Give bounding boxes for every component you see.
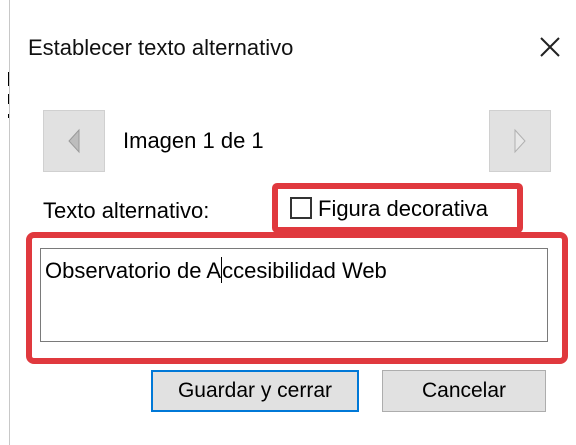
dialog-title: Establecer texto alternativo [28,35,294,60]
next-image-button[interactable] [489,110,551,172]
dialog-titlebar: Establecer texto alternativo [10,1,576,87]
alt-text-value-before-caret: Observatorio de A [45,258,222,283]
close-icon [540,37,560,57]
alt-text-label: Texto alternativo: [43,198,210,223]
save-and-close-button[interactable]: Guardar y cerrar [151,370,359,412]
decorative-checkbox[interactable] [290,197,312,219]
triangle-right-icon [514,128,526,154]
alt-text-value-after-caret: ccesibilidad Web [222,258,387,283]
previous-image-button[interactable] [43,110,105,172]
decorative-checkbox-label[interactable]: Figura decorativa [318,196,488,222]
alt-text-input[interactable]: Observatorio de Accesibilidad Web [40,248,548,342]
triangle-left-icon [68,128,80,154]
close-button[interactable] [532,29,568,65]
cancel-button[interactable]: Cancelar [382,370,546,412]
image-counter: Imagen 1 de 1 [123,128,264,153]
